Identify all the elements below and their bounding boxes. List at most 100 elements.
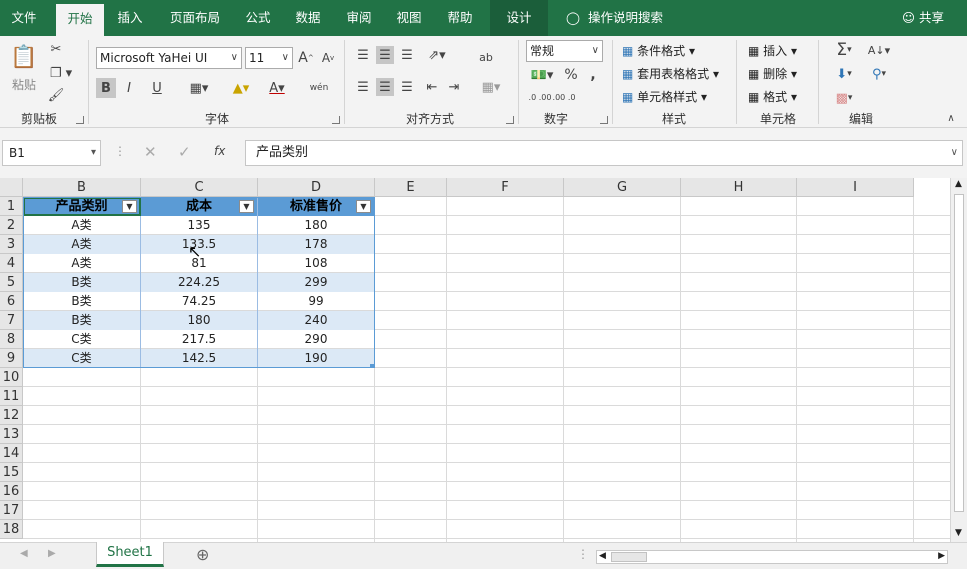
table-cell[interactable]: A类 — [23, 235, 141, 254]
tab-file[interactable]: 文件 — [0, 0, 48, 36]
horizontal-scrollbar[interactable]: ◀ ▶ — [596, 550, 948, 564]
wrap-text-icon[interactable]: ab — [476, 46, 496, 68]
comma-button[interactable]: , — [586, 66, 600, 84]
format-as-table-button[interactable]: ▦ 套用表格格式 ▾ — [622, 65, 719, 82]
row-header[interactable]: 17 — [0, 501, 23, 520]
table-header-cell[interactable]: 标准售价 ▼ — [258, 197, 375, 216]
tab-review[interactable]: 审阅 — [337, 0, 381, 36]
conditional-format-button[interactable]: ▦ 条件格式 ▾ — [622, 42, 695, 59]
table-cell[interactable]: 74.25 — [141, 292, 258, 311]
row-header[interactable]: 15 — [0, 463, 23, 482]
table-cell[interactable]: C类 — [23, 349, 141, 368]
row-header[interactable]: 9 — [0, 349, 23, 368]
table-header-cell[interactable]: 成本 ▼ — [141, 197, 258, 216]
filter-dropdown-icon[interactable]: ▼ — [239, 200, 254, 213]
column-header[interactable]: H — [681, 178, 797, 197]
table-cell[interactable]: B类 — [23, 311, 141, 330]
font-name-combo[interactable]: Microsoft YaHei UI ∨ — [96, 47, 242, 69]
add-sheet-icon[interactable]: ⊕ — [196, 545, 209, 564]
copy-icon[interactable]: ❐ ▾ — [46, 64, 76, 82]
scroll-down-icon[interactable]: ▼ — [955, 528, 962, 538]
font-size-combo[interactable]: 11 ∨ — [245, 47, 293, 69]
decrease-indent-icon[interactable]: ⇤ — [422, 78, 442, 96]
vertical-scrollbar[interactable]: ▲ ▼ — [950, 178, 967, 542]
name-box[interactable]: B1 ▾ — [2, 140, 101, 166]
align-top-icon[interactable]: ☰ — [354, 46, 372, 64]
enter-icon[interactable]: ✓ — [178, 143, 191, 161]
column-header[interactable]: I — [797, 178, 914, 197]
sort-filter-icon[interactable]: A↓▾ — [864, 40, 894, 60]
format-cells-button[interactable]: ▦ 格式 ▾ — [748, 88, 797, 105]
table-cell[interactable]: 299 — [258, 273, 375, 292]
table-cell[interactable]: 178 — [258, 235, 375, 254]
column-header[interactable]: C — [141, 178, 258, 197]
table-cell[interactable]: 99 — [258, 292, 375, 311]
row-header[interactable]: 8 — [0, 330, 23, 349]
row-header[interactable]: 5 — [0, 273, 23, 292]
column-header[interactable]: G — [564, 178, 681, 197]
table-cell[interactable]: A类 — [23, 254, 141, 273]
clear-icon[interactable]: ▩ ▾ — [828, 88, 860, 108]
formula-input[interactable]: 产品类别 ∨ — [245, 140, 963, 166]
table-cell[interactable]: 142.5 — [141, 349, 258, 368]
font-color-icon[interactable]: A▾ — [262, 78, 292, 98]
row-header[interactable]: 12 — [0, 406, 23, 425]
number-format-combo[interactable]: 常规 ∨ — [526, 40, 603, 62]
tab-insert[interactable]: 插入 — [108, 0, 152, 36]
merge-center-icon[interactable]: ▦▾ — [476, 78, 506, 96]
table-cell[interactable]: 190 — [258, 349, 375, 368]
row-header[interactable]: 2 — [0, 216, 23, 235]
table-header-cell[interactable]: 产品类别 ▼ — [23, 197, 141, 216]
column-header[interactable]: F — [447, 178, 564, 197]
scroll-right-icon[interactable]: ▶ — [938, 551, 945, 561]
tab-design[interactable]: 设计 — [490, 0, 548, 36]
table-cell[interactable]: 224.25 — [141, 273, 258, 292]
insert-cells-button[interactable]: ▦ 插入 ▾ — [748, 42, 797, 59]
worksheet-grid[interactable]: B C D E F G H I 1 2 3 4 5 6 7 8 9 10 11 12 13 14 15 16 17 18 产品类别 ▼… — [0, 178, 950, 542]
share-button[interactable]: ☺ 共享 — [902, 0, 944, 36]
tab-page-layout[interactable]: 页面布局 — [160, 0, 230, 36]
paste-button[interactable]: 粘贴 — [12, 76, 36, 93]
increase-indent-icon[interactable]: ⇥ — [444, 78, 464, 96]
sheet-tab-sheet1[interactable]: Sheet1 — [96, 542, 164, 567]
table-cell[interactable]: B类 — [23, 292, 141, 311]
row-header[interactable]: 3 — [0, 235, 23, 254]
row-header[interactable]: 14 — [0, 444, 23, 463]
sheet-next-icon[interactable]: ▶ — [48, 548, 56, 559]
decrease-decimal-icon[interactable]: .00 .0 — [552, 88, 576, 106]
row-header[interactable]: 4 — [0, 254, 23, 273]
scroll-up-icon[interactable]: ▲ — [955, 179, 962, 189]
row-header[interactable]: 10 — [0, 368, 23, 387]
tab-help[interactable]: 帮助 — [438, 0, 482, 36]
cell-styles-button[interactable]: ▦ 单元格样式 ▾ — [622, 88, 707, 105]
tab-home[interactable]: 开始 — [56, 4, 104, 36]
column-header[interactable]: E — [375, 178, 447, 197]
shrink-font-icon[interactable]: Av — [320, 48, 336, 68]
align-left-icon[interactable]: ☰ — [354, 78, 372, 96]
align-middle-icon[interactable]: ☰ — [376, 46, 394, 64]
underline-button[interactable]: U — [142, 78, 172, 98]
vertical-scroll-thumb[interactable] — [954, 194, 964, 512]
tell-me-search[interactable]: ◯ 操作说明搜索 — [566, 0, 663, 36]
row-header[interactable]: 1 — [0, 197, 23, 216]
tab-data[interactable]: 数据 — [286, 0, 330, 36]
sheet-prev-icon[interactable]: ◀ — [20, 548, 28, 559]
cut-icon[interactable]: ✂ — [46, 40, 66, 58]
table-cell[interactable]: 180 — [141, 311, 258, 330]
table-cell[interactable]: 290 — [258, 330, 375, 349]
horizontal-scroll-thumb[interactable] — [611, 552, 647, 562]
fill-color-icon[interactable]: ▲▾ — [226, 78, 256, 98]
table-cell[interactable]: 180 — [258, 216, 375, 235]
table-cell[interactable]: 135 — [141, 216, 258, 235]
scroll-left-icon[interactable]: ◀ — [599, 551, 606, 561]
table-resize-handle[interactable] — [370, 364, 374, 368]
paste-icon[interactable]: 📋 — [10, 42, 38, 72]
align-center-icon[interactable]: ☰ — [376, 78, 394, 96]
italic-button[interactable]: I — [120, 78, 138, 98]
column-header[interactable]: D — [258, 178, 375, 197]
filter-dropdown-icon[interactable]: ▼ — [356, 200, 371, 213]
orientation-icon[interactable]: ⇗▾ — [422, 46, 452, 64]
select-all-corner[interactable] — [0, 178, 23, 197]
table-cell[interactable]: 240 — [258, 311, 375, 330]
autosum-icon[interactable]: Σ ▾ — [828, 40, 860, 60]
